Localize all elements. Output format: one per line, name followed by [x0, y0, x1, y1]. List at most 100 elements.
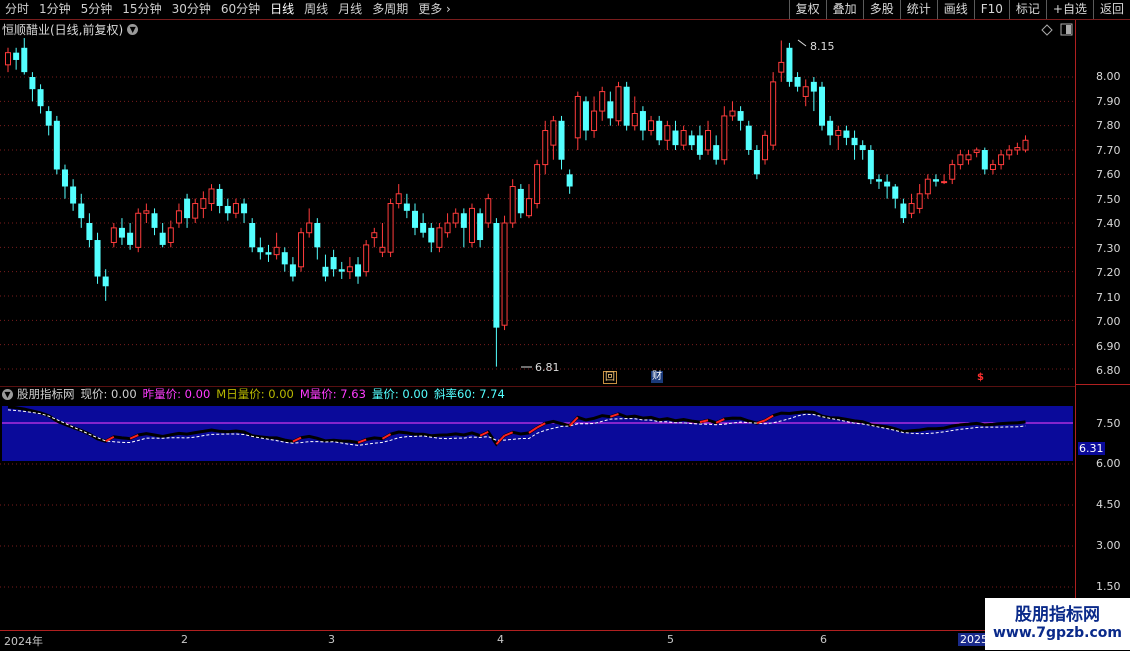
high-price-label: 8.15: [810, 40, 835, 53]
candle-body: [395, 193, 402, 205]
candle: [338, 261, 345, 279]
candle: [672, 120, 679, 150]
candle: [566, 169, 573, 194]
y-tick: 7.00: [1096, 315, 1121, 328]
candle: [61, 164, 68, 199]
candle-body: [61, 169, 68, 187]
candle-body: [1014, 147, 1021, 151]
candle: [265, 244, 272, 262]
candle: [460, 208, 467, 248]
candle: [452, 208, 459, 228]
tab-timeshare[interactable]: 分时: [0, 0, 34, 19]
candle: [493, 218, 500, 367]
candle: [859, 140, 866, 160]
candle-body: [78, 203, 85, 219]
indicator-dropdown-icon[interactable]: ▼: [2, 388, 13, 400]
indicator-field: 量价: 0.00: [371, 387, 429, 401]
tab-daily[interactable]: 日线: [265, 0, 299, 19]
statistics-button[interactable]: 统计: [899, 0, 937, 19]
candle-body: [786, 47, 793, 82]
tab-5min[interactable]: 5分钟: [76, 0, 118, 19]
indicator-name[interactable]: 股朋指标网: [17, 386, 75, 402]
candle-body: [151, 213, 158, 228]
tab-1min[interactable]: 1分钟: [34, 0, 76, 19]
review-marker[interactable]: 回: [603, 371, 617, 384]
candle-body: [371, 232, 378, 239]
candle-body: [70, 186, 77, 204]
candle: [998, 150, 1005, 170]
candle-body: [591, 110, 598, 132]
tab-60min[interactable]: 60分钟: [216, 0, 265, 19]
tab-weekly[interactable]: 周线: [299, 0, 333, 19]
candle: [802, 79, 809, 107]
add-watchlist-button[interactable]: +自选: [1045, 0, 1093, 19]
candle-body: [493, 223, 500, 328]
candle-body: [184, 198, 191, 219]
overlay-button[interactable]: 叠加: [825, 0, 863, 19]
candle-body: [753, 150, 760, 175]
candle: [607, 91, 614, 126]
watermark-title: 股朋指标网: [1015, 605, 1100, 625]
draw-line-button[interactable]: 画线: [936, 0, 974, 19]
candle-body: [843, 130, 850, 138]
y-tick: 7.10: [1096, 291, 1121, 304]
candle-body: [762, 134, 769, 161]
sub-y-tick: 1.50: [1096, 580, 1121, 593]
candle: [232, 198, 239, 219]
candle-body: [314, 223, 321, 248]
candle: [403, 193, 410, 219]
indicator-panel[interactable]: [0, 386, 1075, 630]
candle-body: [1006, 149, 1013, 156]
candle-body: [363, 244, 370, 273]
x-tick: 2024年: [4, 635, 43, 648]
watermark-url: www.7gpzb.com: [992, 625, 1122, 641]
tab-monthly[interactable]: 月线: [333, 0, 367, 19]
candle: [159, 223, 166, 248]
x-tick: 4: [497, 633, 504, 646]
candle-body: [94, 240, 101, 277]
candle-body: [346, 266, 353, 273]
sub-y-tick: 3.00: [1096, 539, 1121, 552]
candle-body: [444, 222, 451, 234]
candle-body: [941, 181, 948, 184]
title-dropdown-icon[interactable]: ▼: [127, 23, 139, 35]
candlestick-chart[interactable]: 8.15 6.81: [0, 20, 1075, 385]
candle-body: [118, 227, 125, 238]
tab-more[interactable]: 更多: [413, 0, 456, 19]
dividend-marker[interactable]: $: [977, 372, 984, 383]
candle-body: [485, 198, 492, 224]
restore-rights-button[interactable]: 复权: [788, 0, 826, 19]
f10-button[interactable]: F10: [973, 0, 1009, 19]
mark-button[interactable]: 标记: [1008, 0, 1046, 19]
candle: [981, 147, 988, 175]
candle-body: [908, 203, 915, 214]
candle-body: [298, 232, 305, 268]
diamond-icon[interactable]: [1041, 24, 1053, 36]
candle-body: [468, 207, 475, 243]
candle-body: [705, 130, 712, 151]
candle-body: [778, 61, 785, 73]
candle-body: [566, 174, 573, 187]
candle: [509, 179, 516, 228]
candle-body: [273, 246, 280, 256]
tab-multi-period[interactable]: 多周期: [367, 0, 413, 19]
back-button[interactable]: 返回: [1092, 0, 1130, 19]
tab-15min[interactable]: 15分钟: [117, 0, 166, 19]
candle: [924, 174, 931, 199]
candle: [721, 106, 728, 165]
candle: [371, 227, 378, 248]
multi-stock-button[interactable]: 多股: [862, 0, 900, 19]
candle: [680, 125, 687, 150]
candle-body: [664, 125, 671, 141]
candle: [436, 223, 443, 253]
candle-body: [696, 135, 703, 155]
candle: [135, 208, 142, 253]
finance-marker[interactable]: 财: [651, 371, 663, 383]
candle-body: [501, 222, 508, 326]
candle: [298, 227, 305, 272]
tab-30min[interactable]: 30分钟: [167, 0, 216, 19]
candle-body: [322, 266, 329, 277]
candle-body: [623, 86, 630, 126]
date-axis: 2024年 2 3 4 5 6 2025: [0, 630, 1075, 651]
candle-body: [436, 227, 443, 248]
